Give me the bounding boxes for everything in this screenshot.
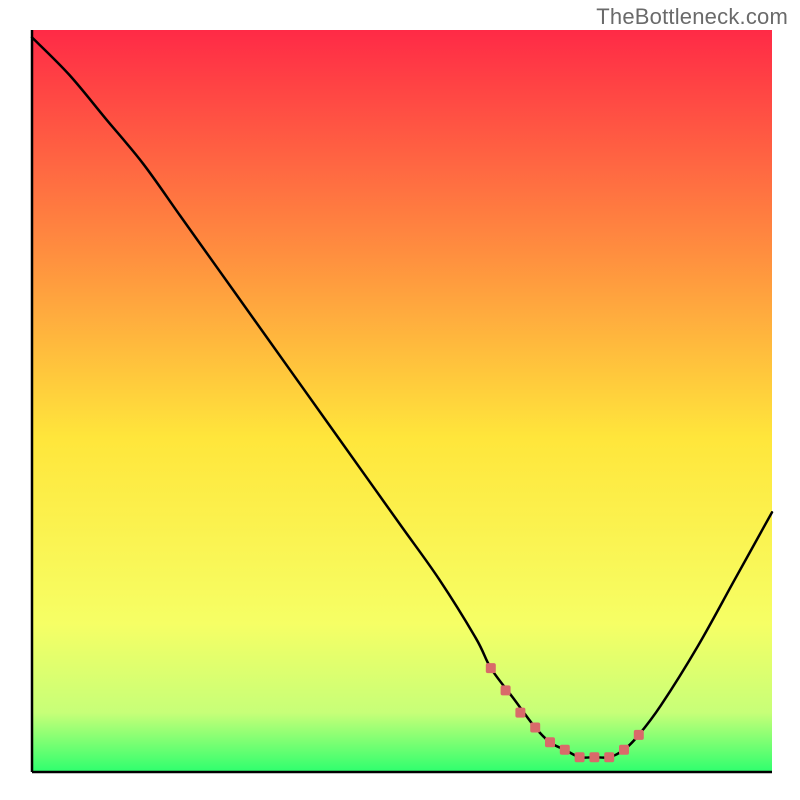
- sweet-spot-marker: [589, 752, 599, 762]
- sweet-spot-marker: [575, 752, 585, 762]
- sweet-spot-marker: [545, 737, 555, 747]
- sweet-spot-marker: [486, 663, 496, 673]
- chart-container: { "watermark": "TheBottleneck.com", "col…: [0, 0, 800, 800]
- sweet-spot-marker: [530, 723, 540, 733]
- bottleneck-chart: [0, 0, 800, 800]
- sweet-spot-marker: [515, 708, 525, 718]
- sweet-spot-marker: [604, 752, 614, 762]
- watermark-label: TheBottleneck.com: [596, 4, 788, 30]
- sweet-spot-marker: [634, 730, 644, 740]
- plot-background: [32, 30, 772, 772]
- sweet-spot-marker: [619, 745, 629, 755]
- sweet-spot-marker: [560, 745, 570, 755]
- sweet-spot-marker: [501, 685, 511, 695]
